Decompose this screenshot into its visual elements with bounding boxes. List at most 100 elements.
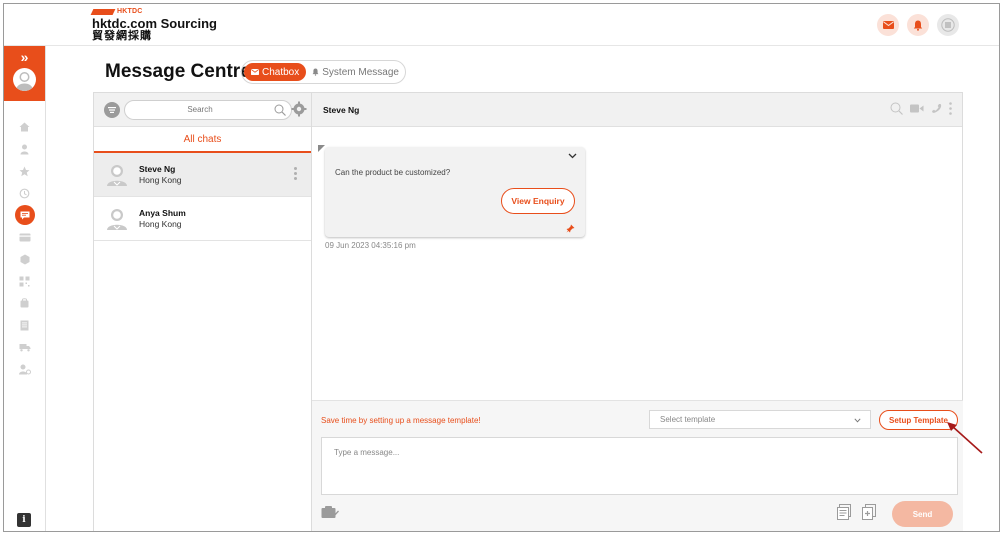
- chat-list-header: Search: [94, 93, 311, 127]
- info-button[interactable]: i: [17, 513, 31, 527]
- hktdc-logo[interactable]: HKTDC hktdc.com Sourcing 貿發網採購: [90, 8, 217, 42]
- history-icon: [19, 188, 30, 198]
- avatar-icon: [16, 72, 33, 91]
- user-icon: [20, 144, 29, 154]
- message-input-placeholder: Type a message...: [334, 448, 400, 457]
- chat-list-item[interactable]: Steve Ng Hong Kong: [94, 153, 311, 197]
- sidebar: » i: [4, 46, 46, 531]
- user-settings-icon: [18, 364, 31, 374]
- mail-button[interactable]: [877, 14, 899, 36]
- page-title: Message Centre: [105, 61, 251, 82]
- view-enquiry-button[interactable]: View Enquiry: [501, 188, 575, 214]
- home-icon: [19, 122, 30, 132]
- user-avatar[interactable]: [13, 68, 36, 91]
- tab-system-message[interactable]: System Message: [312, 67, 399, 78]
- menu-icon: [941, 18, 955, 32]
- filter-icon: [108, 107, 116, 113]
- sidebar-item-account-settings[interactable]: [4, 358, 45, 380]
- pin-icon[interactable]: [566, 224, 575, 233]
- conversation-tools: [890, 102, 952, 115]
- sidebar-item-profile[interactable]: [4, 138, 45, 160]
- template-icon[interactable]: [837, 504, 852, 520]
- app-window: HKTDC hktdc.com Sourcing 貿發網採購 » i Messa…: [3, 3, 1000, 532]
- message-composer: Save time by setting up a message templa…: [312, 400, 963, 531]
- sidebar-item-qr[interactable]: [4, 270, 45, 292]
- chat-contact-location: Hong Kong: [139, 219, 182, 229]
- conversation-panel: Steve Ng Can the product be customized? …: [312, 92, 963, 531]
- document-icon: [20, 320, 29, 330]
- message-icon-bg: [14, 205, 35, 225]
- sidebar-item-orders[interactable]: [4, 292, 45, 314]
- top-bar: HKTDC hktdc.com Sourcing 貿發網採購: [4, 4, 999, 46]
- logo-title: hktdc.com Sourcing: [92, 16, 217, 31]
- bag-icon: [20, 298, 29, 308]
- bell-icon: [913, 20, 923, 31]
- phone-icon[interactable]: [931, 103, 942, 114]
- more-vertical-icon[interactable]: [949, 102, 952, 115]
- search-icon[interactable]: [890, 102, 903, 115]
- header-actions: [877, 14, 959, 36]
- chevron-down-icon[interactable]: [568, 153, 577, 159]
- message-input[interactable]: Type a message...: [321, 437, 958, 495]
- message-tabs: Chatbox System Message: [241, 60, 406, 84]
- sidebar-item-products[interactable]: [4, 248, 45, 270]
- all-chats-filter[interactable]: All chats: [94, 127, 311, 153]
- chat-contact-name: Anya Shum: [139, 208, 186, 218]
- logo-stripe: [90, 9, 116, 15]
- tab-chatbox-label: Chatbox: [262, 66, 300, 78]
- message-icon: [20, 211, 29, 219]
- template-select[interactable]: Select template: [649, 410, 871, 429]
- video-call-icon[interactable]: [910, 104, 924, 113]
- search-input[interactable]: Search: [124, 100, 292, 120]
- chevron-down-icon: [854, 418, 861, 423]
- logo-subtitle: 貿發網採購: [92, 30, 152, 42]
- sidebar-item-home[interactable]: [4, 116, 45, 138]
- chat-list-panel: Search All chats Steve Ng Hong Kong Anya…: [93, 92, 312, 531]
- chat-contact-name: Steve Ng: [139, 164, 176, 174]
- send-button[interactable]: Send: [892, 501, 953, 527]
- qr-icon: [19, 276, 30, 286]
- sidebar-item-messages[interactable]: [4, 204, 45, 226]
- notification-button[interactable]: [907, 14, 929, 36]
- contact-avatar-icon: [107, 209, 127, 230]
- template-select-placeholder: Select template: [660, 415, 716, 424]
- truck-icon: [19, 343, 30, 351]
- sidebar-nav: [4, 116, 45, 380]
- enquiry-message-bubble: Can the product be customized? View Enqu…: [325, 147, 585, 237]
- tab-chatbox[interactable]: Chatbox: [244, 63, 307, 81]
- box-icon: [20, 254, 29, 264]
- mail-icon: [251, 69, 259, 75]
- chat-list-item[interactable]: Anya Shum Hong Kong: [94, 197, 311, 241]
- annotation-arrow: [947, 422, 983, 454]
- chat-contact-location: Hong Kong: [139, 175, 182, 185]
- bell-icon: [312, 68, 319, 76]
- menu-button[interactable]: [937, 14, 959, 36]
- sidebar-item-favourites[interactable]: [4, 160, 45, 182]
- add-document-icon[interactable]: [862, 504, 876, 520]
- sidebar-header: »: [4, 46, 45, 101]
- sidebar-item-history[interactable]: [4, 182, 45, 204]
- logo-mark: HKTDC: [90, 8, 217, 16]
- filter-button[interactable]: [104, 102, 120, 118]
- sidebar-item-documents[interactable]: [4, 314, 45, 336]
- tab-system-message-label: System Message: [322, 66, 399, 78]
- conversation-contact-name: Steve Ng: [323, 105, 360, 115]
- sidebar-item-shipping[interactable]: [4, 336, 45, 358]
- card-icon: [19, 233, 30, 241]
- search-icon[interactable]: [274, 104, 286, 116]
- mail-icon: [882, 21, 894, 29]
- expand-sidebar-button[interactable]: »: [4, 50, 45, 64]
- chat-more-icon[interactable]: [294, 167, 297, 182]
- conversation-header: Steve Ng: [312, 93, 962, 127]
- contact-avatar-icon: [107, 165, 127, 186]
- sidebar-item-cards[interactable]: [4, 226, 45, 248]
- attachment-icon[interactable]: [321, 505, 340, 519]
- bubble-corner: [318, 145, 325, 152]
- message-text: Can the product be customized?: [335, 168, 451, 177]
- gear-icon[interactable]: [291, 101, 307, 117]
- search-placeholder: Search: [187, 105, 213, 114]
- template-hint: Save time by setting up a message templa…: [321, 416, 481, 425]
- star-icon: [19, 166, 30, 176]
- logo-mark-text: HKTDC: [117, 8, 143, 15]
- message-timestamp: 09 Jun 2023 04:35:16 pm: [325, 241, 416, 250]
